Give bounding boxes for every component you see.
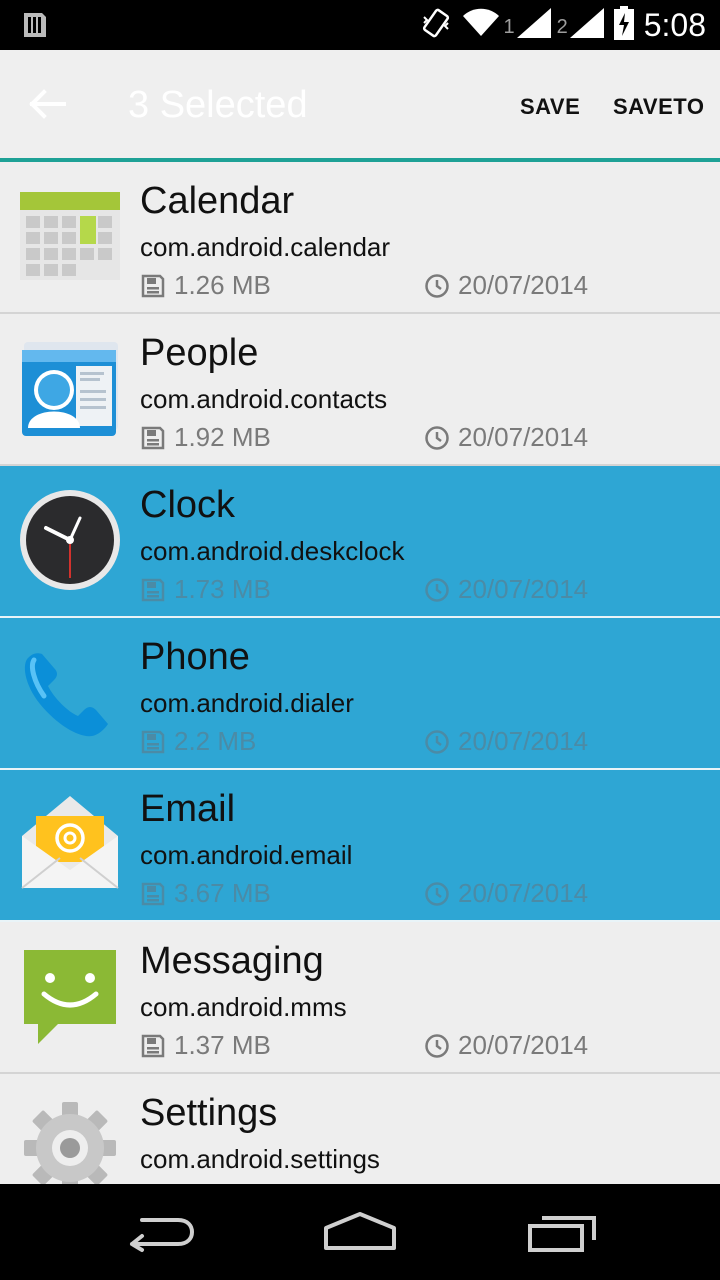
- time-icon: [425, 729, 449, 754]
- list-item[interactable]: Settings com.android.settings: [0, 1074, 720, 1184]
- app-name: People: [140, 332, 259, 374]
- app-date-value: 20/07/2014: [458, 422, 589, 452]
- save-button[interactable]: SAVE: [520, 94, 580, 120]
- battery-charging-icon: [613, 5, 634, 45]
- app-size-value: 2.2 MB: [174, 726, 257, 756]
- app-date: 20/07/2014: [424, 574, 588, 605]
- app-package: com.android.contacts: [140, 384, 388, 414]
- storage-icon: [141, 730, 165, 753]
- nav-back-icon[interactable]: [124, 1210, 196, 1259]
- app-size: 1.92 MB: [140, 422, 271, 453]
- navigation-bar: [0, 1184, 720, 1280]
- selection-title: 3 Selected: [128, 84, 308, 126]
- time-icon: [425, 1033, 449, 1058]
- app-size: 1.73 MB: [140, 574, 271, 605]
- app-size-value: 1.37 MB: [174, 1030, 271, 1060]
- app-package: com.android.calendar: [140, 232, 391, 262]
- app-size-value: 1.92 MB: [174, 422, 271, 452]
- app-size-value: 1.26 MB: [174, 270, 271, 300]
- storage-icon: [141, 426, 165, 449]
- app-size: 3.67 MB: [140, 878, 271, 909]
- messaging-icon: [18, 944, 122, 1048]
- status-bar: 1 2 5:08: [0, 0, 720, 50]
- storage-icon: [141, 578, 165, 601]
- app-date-value: 20/07/2014: [458, 1030, 589, 1060]
- app-package: com.android.dialer: [140, 688, 354, 718]
- app-package: com.android.email: [140, 840, 353, 870]
- app-date-value: 20/07/2014: [458, 726, 589, 756]
- list-item[interactable]: Email com.android.email 3.67 MB 20/07/20…: [0, 770, 720, 922]
- app-name: Settings: [140, 1092, 278, 1134]
- signal-icon: [516, 7, 551, 43]
- app-name: Email: [140, 788, 236, 830]
- sim2-label: 2: [556, 16, 568, 38]
- storage-icon: [141, 274, 165, 297]
- nav-home-icon[interactable]: [322, 1210, 398, 1259]
- app-name: Phone: [140, 636, 250, 678]
- app-date-value: 20/07/2014: [458, 574, 589, 604]
- settings-icon: [18, 1096, 122, 1184]
- storage-icon: [141, 1034, 165, 1057]
- signal-icon: [569, 7, 604, 43]
- list-item[interactable]: Calendar com.android.calendar 1.26 MB 20…: [0, 162, 720, 314]
- list-item[interactable]: People com.android.contacts 1.92 MB 20/0…: [0, 314, 720, 466]
- app-date: 20/07/2014: [424, 1030, 588, 1061]
- app-size: 2.2 MB: [140, 726, 256, 757]
- time-icon: [425, 425, 449, 450]
- back-arrow-icon[interactable]: [28, 88, 68, 120]
- app-package: com.android.deskclock: [140, 536, 405, 566]
- app-date-value: 20/07/2014: [458, 270, 589, 300]
- storage-icon: [141, 882, 165, 905]
- time-icon: [425, 881, 449, 906]
- calendar-icon: [18, 184, 122, 288]
- app-name: Calendar: [140, 180, 295, 222]
- app-size-value: 1.73 MB: [174, 574, 271, 604]
- app-package: com.android.settings: [140, 1144, 380, 1174]
- clock-icon: [18, 488, 122, 592]
- sim1-label: 1: [503, 16, 515, 38]
- app-size: 1.37 MB: [140, 1030, 271, 1061]
- app-name: Clock: [140, 484, 236, 526]
- app-size-value: 3.67 MB: [174, 878, 271, 908]
- nav-recents-icon[interactable]: [526, 1210, 598, 1259]
- app-date: 20/07/2014: [424, 878, 588, 909]
- status-time: 5:08: [643, 6, 706, 43]
- time-icon: [425, 577, 449, 602]
- app-date: 20/07/2014: [424, 726, 588, 757]
- app-date: 20/07/2014: [424, 270, 588, 301]
- email-icon: [18, 792, 122, 896]
- wifi-icon: [463, 8, 500, 43]
- app-name: Messaging: [140, 940, 324, 982]
- time-icon: [425, 273, 449, 298]
- phone-icon: [18, 640, 122, 744]
- action-bar: 3 Selected SAVE SAVETO: [0, 50, 720, 158]
- list-item[interactable]: Phone com.android.dialer 2.2 MB 20/07/20…: [0, 618, 720, 770]
- app-date: 20/07/2014: [424, 422, 588, 453]
- app-date-value: 20/07/2014: [458, 878, 589, 908]
- vibrate-icon: [421, 7, 451, 44]
- contacts-icon: [18, 336, 122, 440]
- list-item[interactable]: Clock com.android.deskclock 1.73 MB 20/0…: [0, 466, 720, 618]
- app-package: com.android.mms: [140, 992, 347, 1022]
- app-list[interactable]: Calendar com.android.calendar 1.26 MB 20…: [0, 162, 720, 1184]
- list-item[interactable]: Messaging com.android.mms 1.37 MB 20/07/…: [0, 922, 720, 1074]
- app-size: 1.26 MB: [140, 270, 271, 301]
- saveto-button[interactable]: SAVETO: [613, 94, 704, 120]
- sim-card-icon: [22, 11, 48, 44]
